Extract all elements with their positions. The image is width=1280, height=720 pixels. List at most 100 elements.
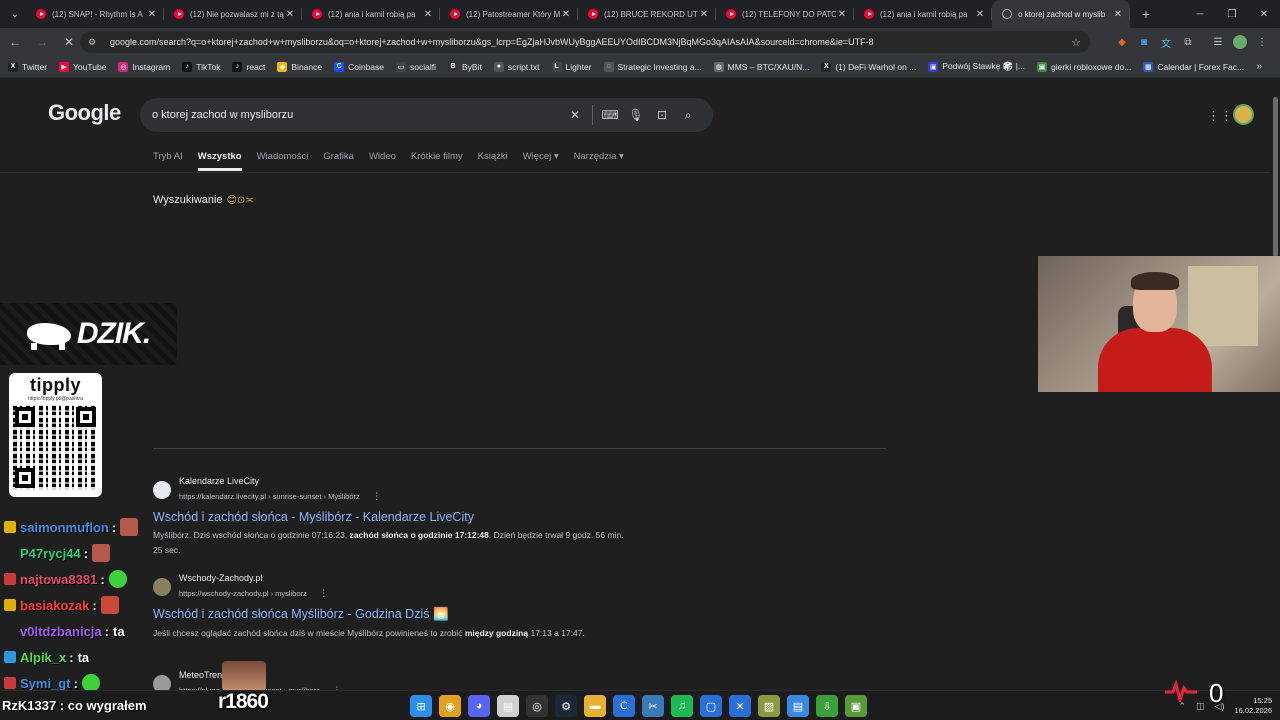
result-title[interactable]: Wschód i zachód słońca Myślibórz - Godzi… (153, 607, 633, 622)
extension-blue-icon[interactable]: ◙ (1136, 34, 1152, 50)
bookmark-item[interactable]: ▣ gierki robloxowe do... (1037, 61, 1131, 72)
lens-icon[interactable]: ⊡ (649, 108, 675, 122)
notepad-icon[interactable]: ▤ (497, 695, 519, 717)
obs-icon[interactable]: ◎ (526, 695, 548, 717)
excel-x-icon[interactable]: ✕ (729, 695, 751, 717)
bookmark-item[interactable]: ▭ socialfi (396, 61, 436, 72)
download-icon[interactable]: ⇩ (816, 695, 838, 717)
windows-icon[interactable]: ⊞ (410, 695, 432, 717)
tray-chevron-icon[interactable]: ⌃ (1178, 701, 1186, 712)
clock[interactable]: 15:25 16.02.2026 (1234, 696, 1272, 716)
picture-icon[interactable]: ▨ (758, 695, 780, 717)
discord-icon[interactable]: ◕ (468, 695, 490, 717)
bookmark-item[interactable]: ▣ Podwój Stawkę 🎲 |... (928, 61, 1025, 72)
bookmark-item[interactable]: ◍ MMS – BTC/XAU/N... (713, 61, 809, 72)
bookmark-item[interactable]: X (1) DeFi Warhol on ... (821, 61, 916, 72)
bookmark-item[interactable]: ◎ Instagram (118, 61, 170, 72)
bookmark-star-icon[interactable]: ☆ (1068, 36, 1084, 49)
search-tab[interactable]: Wideo (369, 151, 396, 171)
capture-icon[interactable]: ▢ (700, 695, 722, 717)
extensions-puzzle-icon[interactable]: ⧉ (1180, 34, 1196, 50)
google-search-box[interactable]: o ktorej zachod w mysliborzu ✕ ⌨ 🎙 ⊡ ⌕ (140, 98, 713, 132)
ccleaner-icon[interactable]: C (613, 695, 635, 717)
microphone-icon[interactable]: 🎙 (623, 108, 649, 122)
search-icon[interactable]: ⌕ (675, 108, 701, 123)
google-account-avatar[interactable] (1233, 104, 1254, 125)
bookmark-item[interactable]: ● script.txt (493, 61, 540, 72)
result-menu-icon[interactable]: ⋮ (372, 491, 381, 501)
search-input[interactable]: o ktorej zachod w mysliborzu (152, 109, 562, 121)
bookmark-item[interactable]: ♪ react (232, 61, 265, 72)
chat-colon: : (100, 571, 105, 587)
search-tab[interactable]: Wiadomości (257, 151, 309, 171)
search-tab[interactable]: Książki (478, 151, 508, 171)
folder-icon[interactable]: ▬ (584, 695, 606, 717)
profile-avatar[interactable] (1232, 34, 1248, 50)
result-source[interactable]: Kalendarze LiveCity https://kalendarz.li… (153, 476, 633, 504)
browser-tab[interactable]: (12) ania i kamil robią pa ✕ (302, 0, 440, 28)
extension-fox-icon[interactable]: ◆ (1114, 34, 1130, 50)
browser-tab[interactable]: (12) Patostreamer Który M ✕ (440, 0, 578, 28)
bookmark-label: Podwój Stawkę 🎲 |... (942, 61, 1025, 71)
browser-tab[interactable]: (12) SNAP! - Rhythm Is A ✕ (26, 0, 164, 28)
forward-icon[interactable]: → (30, 30, 54, 54)
tab-close-icon[interactable]: ✕ (284, 9, 296, 20)
network-icon[interactable]: ◫ (1196, 701, 1205, 712)
tab-close-icon[interactable]: ✕ (422, 9, 434, 20)
stop-loading-icon[interactable]: ✕ (57, 30, 81, 54)
docs-icon[interactable]: ▤ (787, 695, 809, 717)
extension-translate-icon[interactable]: 文 (1158, 34, 1174, 50)
clear-search-icon[interactable]: ✕ (562, 108, 588, 122)
minecraft-icon[interactable]: ▣ (845, 695, 867, 717)
browser-tab[interactable]: (12) Nie pozwalasz mi z tą ✕ (164, 0, 302, 28)
google-logo[interactable]: Google (48, 100, 121, 126)
tab-close-icon[interactable]: ✕ (698, 9, 710, 20)
browser-tab[interactable]: (12) ania i kamil robią pa ✕ (854, 0, 992, 28)
reading-list-icon[interactable]: ☰ (1210, 34, 1226, 50)
bookmark-item[interactable]: ◆ Binance (277, 61, 322, 72)
tab-close-icon[interactable]: ✕ (974, 9, 986, 20)
url-text[interactable]: google.com/search?q=o+ktorej+zachod+w+my… (110, 37, 1068, 47)
bookmarks-overflow-icon[interactable]: » (1256, 61, 1262, 72)
scrollbar-thumb[interactable] (1273, 97, 1278, 257)
minimize-icon[interactable]: ─ (1184, 0, 1216, 28)
tab-close-icon[interactable]: ✕ (836, 9, 848, 20)
search-tab[interactable]: Grafika (323, 151, 354, 171)
bookmark-item[interactable]: ▶ YouTube (59, 61, 106, 72)
site-info-icon[interactable]: ⚙ (88, 37, 100, 48)
search-tab[interactable]: Tryb AI (153, 151, 183, 171)
chrome-menu-icon[interactable]: ⋮ (1254, 34, 1270, 50)
back-icon[interactable]: ← (3, 30, 27, 54)
spotify-icon[interactable]: ♫ (671, 695, 693, 717)
tools-icon[interactable]: ✂ (642, 695, 664, 717)
result-source[interactable]: Wschody-Zachody.pl https://wschody-zacho… (153, 573, 633, 601)
new-tab-button[interactable]: + (1134, 6, 1158, 22)
steam-icon[interactable]: ⚙ (555, 695, 577, 717)
maximize-icon[interactable]: ❐ (1216, 0, 1248, 28)
tab-close-icon[interactable]: ✕ (1112, 9, 1124, 20)
tab-search-icon[interactable]: ⌄ (4, 3, 26, 25)
result-title[interactable]: Wschód i zachód słońca - Myślibórz - Kal… (153, 510, 633, 524)
bookmark-item[interactable]: L Lighter (551, 61, 592, 72)
search-tab[interactable]: Narzędzia ▾ (574, 151, 624, 171)
address-bar[interactable]: ⚙ google.com/search?q=o+ktorej+zachod+w+… (80, 31, 1090, 53)
bookmark-item[interactable]: X Twitter (8, 61, 47, 72)
chrome-icon[interactable]: ◉ (439, 695, 461, 717)
browser-tab[interactable]: (12) BRUCE REKORD UTRA✕ (578, 0, 716, 28)
search-tab[interactable]: Krótkie filmy (411, 151, 463, 171)
searching-label: Wyszukiwanie (153, 194, 223, 206)
search-tab[interactable]: Wszystko (197, 151, 242, 171)
active-tab[interactable]: o ktorej zachod w myslib ✕ (992, 0, 1130, 28)
tab-close-icon[interactable]: ✕ (146, 9, 158, 20)
bookmark-item[interactable]: ◌ Strategic Investing a... (603, 61, 702, 72)
bookmark-item[interactable]: C Coinbase (334, 61, 384, 72)
browser-tab[interactable]: (12) TELEFONY DO PATOC ✕ (716, 0, 854, 28)
result-menu-icon[interactable]: ⋮ (319, 588, 328, 598)
search-tab[interactable]: Więcej ▾ (523, 151, 559, 171)
bookmark-item[interactable]: ▦ Calendar | Forex Fac... (1143, 61, 1244, 72)
tab-close-icon[interactable]: ✕ (560, 9, 572, 20)
bookmark-item[interactable]: B ByBit (448, 61, 482, 72)
close-window-icon[interactable]: ✕ (1248, 0, 1280, 28)
keyboard-icon[interactable]: ⌨ (597, 108, 623, 122)
bookmark-item[interactable]: ♪ TikTok (182, 61, 220, 72)
